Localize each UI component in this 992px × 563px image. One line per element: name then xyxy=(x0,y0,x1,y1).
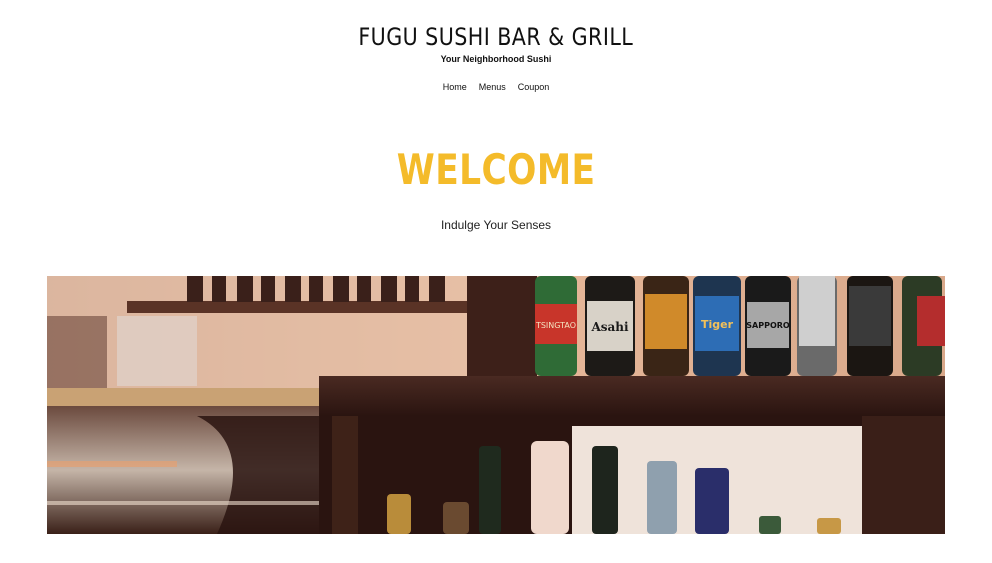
welcome-section: WELCOME Indulge Your Senses xyxy=(0,145,992,233)
site-header: FUGU SUSHI BAR & GRILL Your Neighborhood… xyxy=(0,0,992,92)
bottle-label-sapporo: SAPPORO xyxy=(746,321,790,330)
nav-item-home[interactable]: Home xyxy=(443,82,467,92)
bar-banner-image: TSINGTAO Asahi Tiger SAPPORO xyxy=(47,276,945,534)
bottle-label-asahi: Asahi xyxy=(590,320,629,334)
bar-photo-illustration: TSINGTAO Asahi Tiger SAPPORO xyxy=(47,276,945,534)
nav-item-menus[interactable]: Menus xyxy=(479,82,506,92)
welcome-heading: WELCOME xyxy=(396,145,596,194)
main-nav: Home Menus Coupon xyxy=(0,82,992,92)
site-title-text[interactable]: FUGU SUSHI BAR & GRILL xyxy=(359,22,634,52)
bottle-label-tsingtao: TSINGTAO xyxy=(535,321,576,330)
bottle-label-tiger: Tiger xyxy=(701,318,734,331)
site-tagline: Your Neighborhood Sushi xyxy=(440,54,552,64)
nav-item-coupon[interactable]: Coupon xyxy=(518,82,550,92)
site-title[interactable]: FUGU SUSHI BAR & GRILL xyxy=(0,22,992,52)
welcome-subtitle: Indulge Your Senses xyxy=(440,218,552,232)
